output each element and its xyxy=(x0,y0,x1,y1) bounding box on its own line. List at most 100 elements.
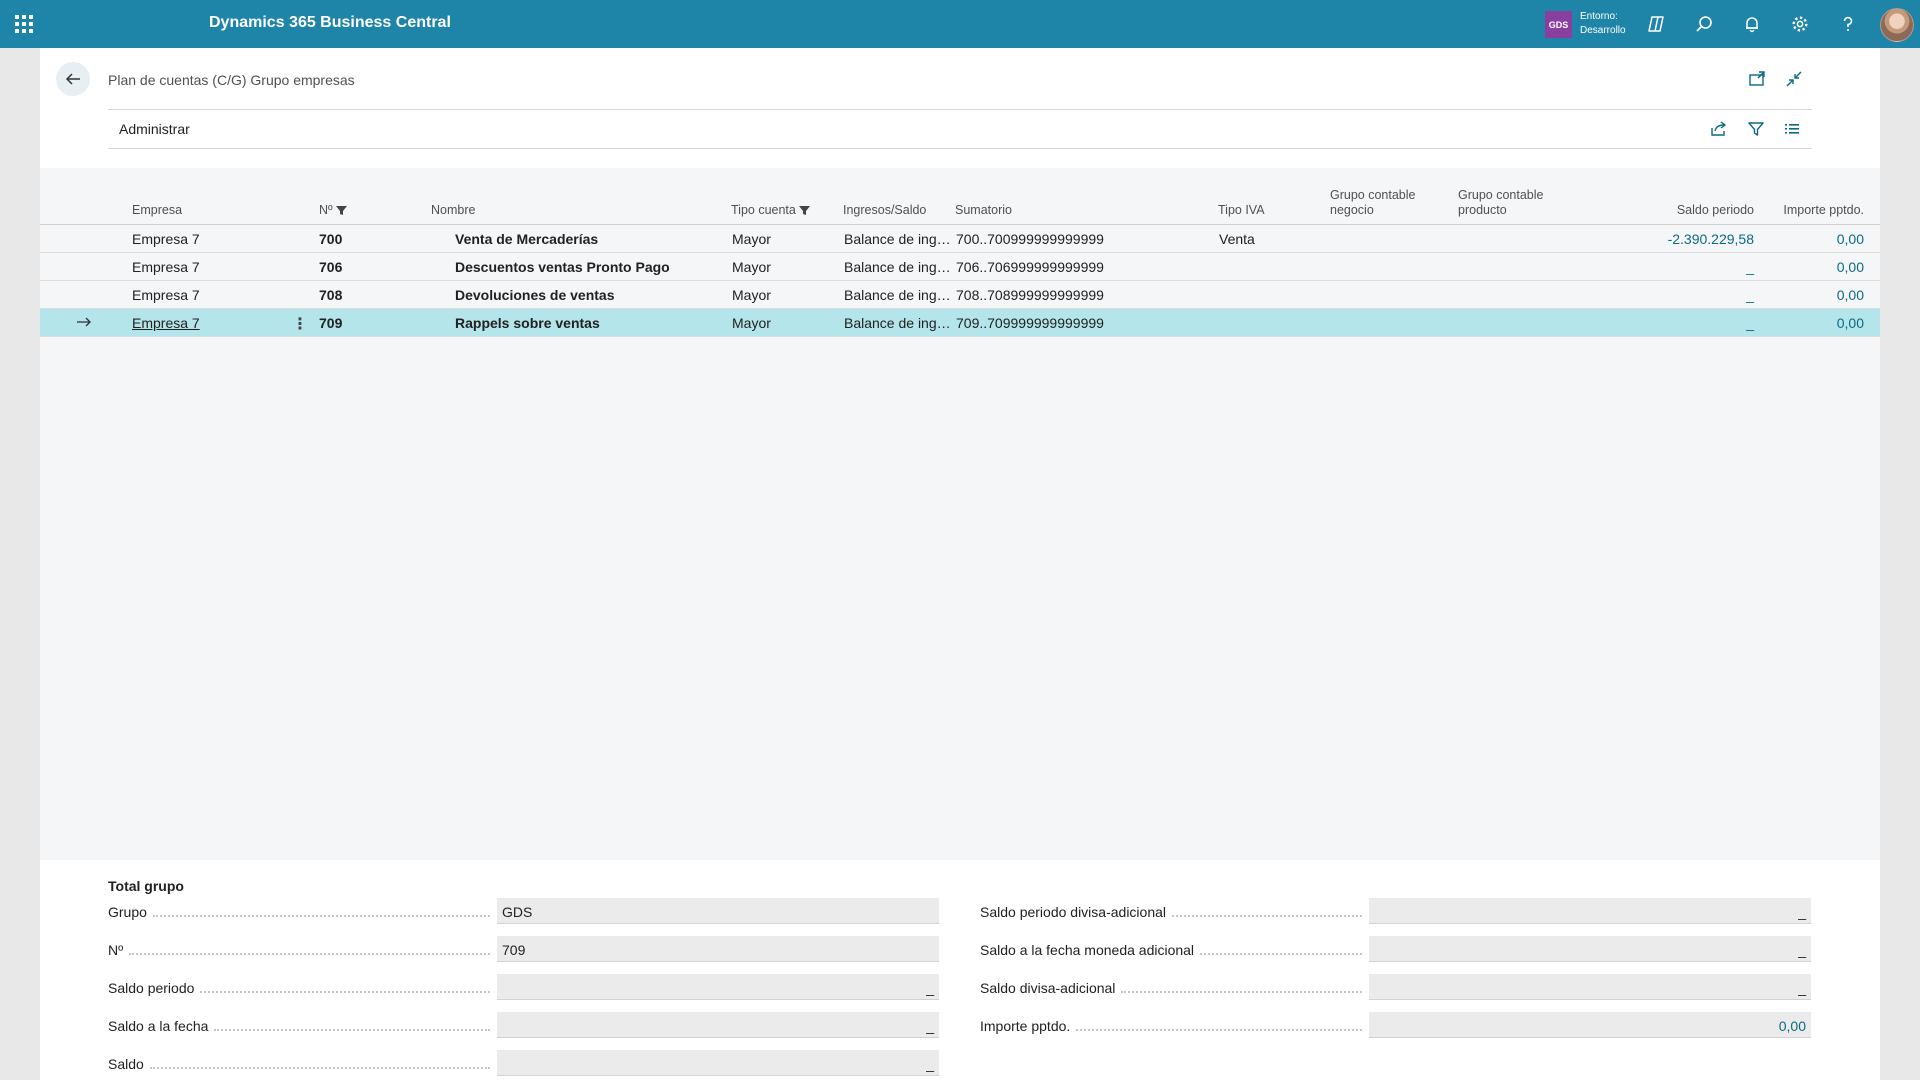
cell-no[interactable]: 706 xyxy=(319,259,342,275)
cell-no[interactable]: 708 xyxy=(319,287,342,303)
col-tipo-iva[interactable]: Tipo IVA xyxy=(1218,203,1265,218)
saldo-a-la-fecha-field[interactable]: _ xyxy=(497,1012,939,1038)
col-sumatorio[interactable]: Sumatorio xyxy=(955,203,1012,218)
field-label-no: Nº xyxy=(108,941,490,959)
cell-importe-pptdo[interactable]: 0,00 xyxy=(1756,287,1864,303)
cell-tipo-cuenta[interactable]: Mayor xyxy=(732,259,771,275)
environment-value: Desarrollo xyxy=(1580,25,1626,36)
cell-tipo-iva[interactable]: Venta xyxy=(1219,231,1255,247)
filter-icon[interactable] xyxy=(1745,118,1767,140)
cell-sumatorio[interactable]: 706..706999999999999 xyxy=(956,259,1104,275)
app-bar: Dynamics 365 Business Central GDS Entorn… xyxy=(0,0,1920,48)
environment-badge[interactable]: GDS xyxy=(1545,11,1572,38)
leader-dots xyxy=(1076,1017,1362,1031)
label-text: Grupo xyxy=(108,904,147,920)
cell-saldo-periodo[interactable]: _ xyxy=(1600,287,1754,303)
cell-sumatorio[interactable]: 700..700999999999999 xyxy=(956,231,1104,247)
cell-nombre[interactable]: Devoluciones de ventas xyxy=(455,287,615,303)
open-new-window-icon[interactable] xyxy=(1746,68,1768,90)
page-title: Plan de cuentas (C/G) Grupo empresas xyxy=(108,72,355,88)
bell-icon[interactable] xyxy=(1741,13,1763,35)
col-grupo-contable-producto[interactable]: Grupo contable producto xyxy=(1458,188,1543,218)
cell-saldo-periodo[interactable]: _ xyxy=(1600,259,1754,275)
col-saldo-periodo[interactable]: Saldo periodo xyxy=(1600,203,1754,218)
field-label-grupo: Grupo xyxy=(108,903,490,921)
col-ingresos-saldo[interactable]: Ingresos/Saldo xyxy=(843,203,926,218)
col-tipo-cuenta[interactable]: Tipo cuenta xyxy=(731,203,810,218)
label-text: Saldo divisa-adicional xyxy=(980,980,1116,996)
label-text: Saldo periodo divisa-adicional xyxy=(980,904,1167,920)
cell-ingresos-saldo[interactable]: Balance de ingr... xyxy=(844,231,952,247)
grupo-field[interactable]: GDS xyxy=(497,898,939,924)
cell-no[interactable]: 709 xyxy=(319,315,342,331)
copilot-icon[interactable] xyxy=(1645,13,1667,35)
cell-empresa[interactable]: Empresa 7 xyxy=(132,259,200,275)
cell-nombre[interactable]: Venta de Mercaderías xyxy=(455,231,598,247)
cell-empresa[interactable]: Empresa 7 xyxy=(132,231,200,247)
table-row[interactable]: Empresa 7 708 Devoluciones de ventas May… xyxy=(40,281,1880,309)
col-no-label: Nº xyxy=(319,203,333,217)
back-arrow-icon xyxy=(65,73,80,85)
col-grupo-contable-negocio[interactable]: Grupo contable negocio xyxy=(1330,188,1415,218)
saldo-fecha-moneda-adicional-field[interactable]: _ xyxy=(1369,936,1811,962)
leader-dots xyxy=(214,1017,490,1031)
col-no[interactable]: Nº xyxy=(319,203,347,218)
cell-saldo-periodo[interactable]: -2.390.229,58 xyxy=(1600,231,1754,247)
saldo-periodo-divisa-adicional-field[interactable]: _ xyxy=(1369,898,1811,924)
cell-sumatorio[interactable]: 708..708999999999999 xyxy=(956,287,1104,303)
cell-no[interactable]: 700 xyxy=(319,231,342,247)
cell-sumatorio[interactable]: 709..709999999999999 xyxy=(956,315,1104,331)
table-row[interactable]: Empresa 7 706 Descuentos ventas Pronto P… xyxy=(40,253,1880,281)
app-title[interactable]: Dynamics 365 Business Central xyxy=(209,14,451,32)
col-importe-pptdo[interactable]: Importe pptdo. xyxy=(1756,203,1864,218)
col-grupo-negocio-line2: negocio xyxy=(1330,203,1374,217)
cell-tipo-cuenta[interactable]: Mayor xyxy=(732,287,771,303)
table-row-selected[interactable]: Empresa 7 ⋮ 709 Rappels sobre ventas May… xyxy=(40,309,1880,337)
saldo-periodo-field[interactable]: _ xyxy=(497,974,939,1000)
cell-importe-pptdo[interactable]: 0,00 xyxy=(1756,315,1864,331)
page-panel: Plan de cuentas (C/G) Grupo empresas Adm… xyxy=(40,48,1880,1080)
cell-importe-pptdo[interactable]: 0,00 xyxy=(1756,259,1864,275)
cell-importe-pptdo[interactable]: 0,00 xyxy=(1756,231,1864,247)
cell-nombre[interactable]: Descuentos ventas Pronto Pago xyxy=(455,259,670,275)
label-text: Saldo a la fecha xyxy=(108,1018,209,1034)
cell-tipo-cuenta[interactable]: Mayor xyxy=(732,231,771,247)
list-view-icon[interactable] xyxy=(1781,118,1803,140)
help-icon[interactable] xyxy=(1837,13,1859,35)
gear-icon[interactable] xyxy=(1789,13,1811,35)
field-label-importe-pptdo: Importe pptdo. xyxy=(980,1017,1362,1035)
total-grupo-title: Total grupo xyxy=(108,878,184,894)
collapse-icon[interactable] xyxy=(1783,68,1805,90)
importe-pptdo-field[interactable]: 0,00 xyxy=(1369,1012,1811,1038)
share-icon[interactable] xyxy=(1708,118,1730,140)
col-empresa[interactable]: Empresa xyxy=(132,203,182,218)
cell-nombre[interactable]: Rappels sobre ventas xyxy=(455,315,600,331)
row-more-options-icon[interactable]: ⋮ xyxy=(292,314,308,334)
waffle-icon[interactable] xyxy=(14,14,34,34)
search-icon[interactable] xyxy=(1693,13,1715,35)
col-tipo-cuenta-label: Tipo cuenta xyxy=(731,203,796,217)
avatar[interactable] xyxy=(1880,8,1914,42)
leader-dots xyxy=(200,979,490,993)
label-text: Saldo xyxy=(108,1056,144,1072)
leader-dots xyxy=(1121,979,1362,993)
page-header: Plan de cuentas (C/G) Grupo empresas Adm… xyxy=(40,48,1880,168)
cell-ingresos-saldo[interactable]: Balance de ingr... xyxy=(844,259,952,275)
leader-dots xyxy=(1172,903,1362,917)
cell-empresa[interactable]: Empresa 7 xyxy=(132,287,200,303)
saldo-divisa-adicional-field[interactable]: _ xyxy=(1369,974,1811,1000)
no-field[interactable]: 709 xyxy=(497,936,939,962)
environment-info[interactable]: Entorno: Desarrollo xyxy=(1580,10,1626,38)
administrar-action[interactable]: Administrar xyxy=(119,121,190,137)
saldo-field[interactable]: _ xyxy=(497,1050,939,1076)
cell-tipo-cuenta[interactable]: Mayor xyxy=(732,315,771,331)
cell-empresa[interactable]: Empresa 7 xyxy=(132,315,200,331)
cell-saldo-periodo[interactable]: _ xyxy=(1600,315,1754,331)
col-grupo-producto-line1: Grupo contable xyxy=(1458,188,1544,202)
cell-ingresos-saldo[interactable]: Balance de ingr... xyxy=(844,287,952,303)
back-button[interactable] xyxy=(56,62,90,96)
cell-ingresos-saldo[interactable]: Balance de ingr... xyxy=(844,315,952,331)
leader-dots xyxy=(152,903,490,917)
col-nombre[interactable]: Nombre xyxy=(431,203,475,218)
table-row[interactable]: Empresa 7 700 Venta de Mercaderías Mayor… xyxy=(40,225,1880,253)
